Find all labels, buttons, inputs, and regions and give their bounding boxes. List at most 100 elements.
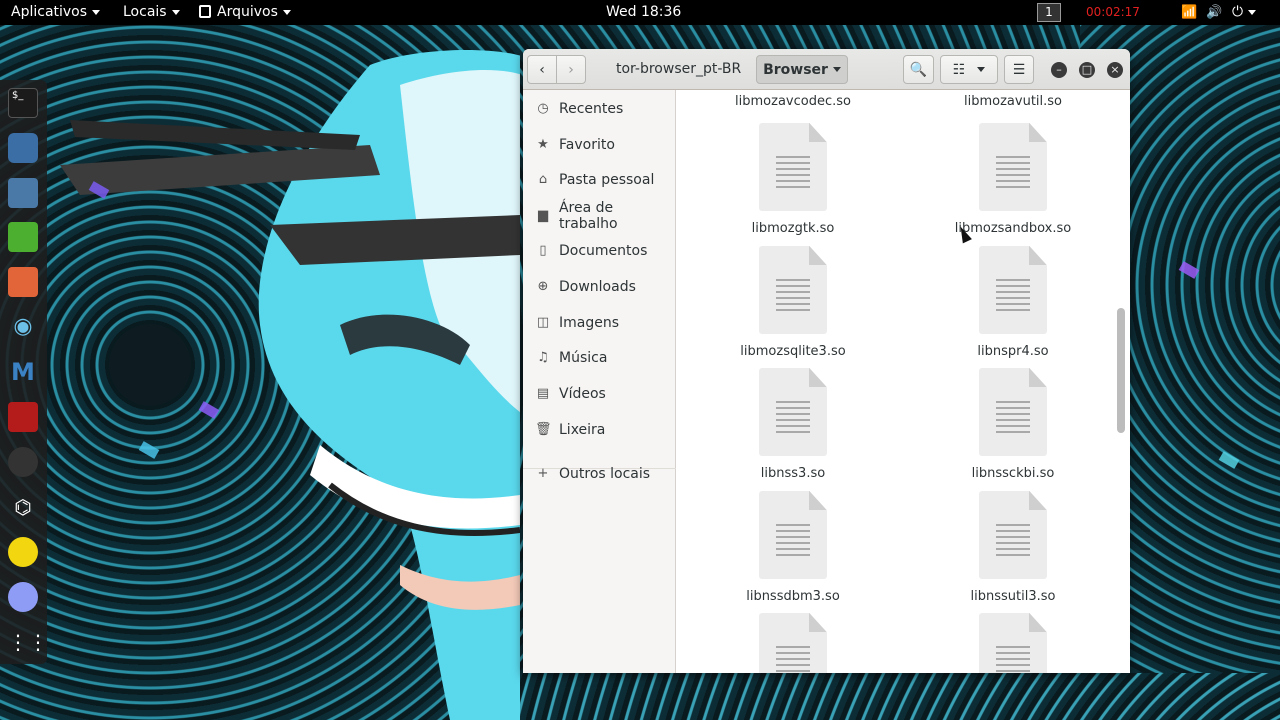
sidebar-item-label: Favorito [559,137,615,153]
app-grid-icon[interactable]: ⋮⋮ [8,627,48,657]
dock: $_ ◉ M ⌬ ⋮⋮ [0,80,48,664]
torch-icon[interactable] [8,537,38,567]
chevron-down-icon [1248,9,1257,15]
places-menu[interactable]: Locais [123,0,180,25]
file-item[interactable]: libmozsandbox.so [913,123,1113,236]
document-file-icon [759,613,827,673]
sidebar-item-recentes[interactable]: ◷ Recentes [523,92,676,126]
clock[interactable]: Wed 18:36 [606,0,681,25]
sidebar-item-label: Música [559,350,608,366]
terminal-icon[interactable]: $_ [8,88,38,118]
path-segment-current[interactable]: Browser [756,55,848,84]
file-name: libmozavcodec.so [735,94,851,109]
forward-button[interactable]: › [556,55,586,84]
video-icon: ▤ [536,386,550,401]
file-item[interactable]: libnspr4.so [913,246,1113,359]
trash-icon: 🗑 [535,422,552,437]
file-item[interactable]: libnssutil3.so [913,491,1113,604]
file-item[interactable]: libnss3.so [693,368,893,481]
wifi-icon[interactable]: 📶 [1181,0,1197,25]
close-button[interactable]: × [1107,62,1123,78]
sidebar-item-lixeira[interactable]: 🗑 Lixeira [523,413,676,447]
sidebar: ◷ Recentes ★ Favorito ⌂ Pasta pessoal ▆ Área… [523,90,676,673]
file-item[interactable]: libmozavutil.so [913,94,1113,109]
sidebar-item-label: Documentos [559,243,648,259]
sidebar-item-label: Pasta pessoal [559,172,655,188]
file-item[interactable]: libnssckbi.so [913,368,1113,481]
search-button[interactable]: 🔍 [903,55,934,84]
file-item[interactable]: libmozavcodec.so [693,94,893,109]
vertical-scrollbar[interactable] [1117,308,1125,433]
file-item[interactable] [913,613,1113,673]
volume-icon[interactable]: 🔊 [1206,0,1222,25]
files-app-label: Arquivos [217,4,278,20]
sidebar-item-label: Lixeira [559,422,606,438]
document-file-icon [979,491,1047,579]
file-name: libnssutil3.so [970,589,1056,604]
workspace-indicator[interactable]: 1 [1037,3,1061,22]
maximize-button[interactable]: □ [1079,62,1095,78]
wireless-icon[interactable]: ⌬ [8,492,38,522]
chevron-down-icon [282,9,291,15]
eye-icon[interactable]: ◉ [8,312,38,342]
file-item[interactable]: libmozsqlite3.so [693,246,893,359]
document-file-icon [759,246,827,334]
header-bar: ‹ › tor-browser_pt-BR Browser 🔍 ☷ ☰ – □ … [523,49,1130,90]
chromium-icon[interactable] [8,133,38,163]
sidebar-item-pasta-pessoal[interactable]: ⌂ Pasta pessoal [523,163,676,197]
sidebar-item-musica[interactable]: ♫ Música [523,341,676,375]
back-button[interactable]: ‹ [527,55,557,84]
view-mode-button[interactable]: ☷ [940,55,998,84]
chevron-right-icon: › [568,61,574,78]
media-player-icon[interactable] [8,582,38,612]
files-icon[interactable] [8,178,38,208]
file-item[interactable]: libmozgtk.so [693,123,893,236]
path-segment-parent[interactable]: tor-browser_pt-BR [616,49,741,90]
document-file-icon [759,491,827,579]
document-file-icon [979,368,1047,456]
sidebar-item-videos[interactable]: ▤ Vídeos [523,377,676,411]
chevron-left-icon: ‹ [539,61,545,78]
document-file-icon [759,368,827,456]
file-name: libnssckbi.so [971,466,1055,481]
cherrytree-icon[interactable] [8,402,38,432]
sidebar-item-favorito[interactable]: ★ Favorito [523,128,676,162]
recording-timer[interactable]: 00:02:17 [1086,0,1140,25]
sidebar-item-label: Vídeos [559,386,606,402]
file-grid: libmozavcodec.so libmozavutil.so libmozg… [677,90,1130,673]
document-file-icon [759,123,827,211]
text-editor-icon[interactable] [8,222,38,252]
sidebar-item-area-de-trabalho[interactable]: ▆ Área de trabalho [523,199,676,233]
sidebar-item-downloads[interactable]: ⊕ Downloads [523,270,676,304]
document-file-icon [979,123,1047,211]
list-view-icon: ☷ [952,61,966,78]
top-panel: Aplicativos Locais Arquivos Wed 18:36 1 … [0,0,1280,25]
download-icon: ⊕ [537,279,549,294]
file-name: libmozgtk.so [751,221,835,236]
desktop-icon: ▆ [537,208,548,223]
sidebar-item-label: Outros locais [559,466,651,482]
minimize-button[interactable]: – [1051,62,1067,78]
power-menu[interactable]: ⏻ [1232,0,1257,25]
document-file-icon [979,246,1047,334]
power-icon: ⏻ [1232,4,1244,20]
sidebar-item-documentos[interactable]: ▯ Documentos [523,234,676,268]
menu-button[interactable]: ☰ [1004,55,1034,84]
applications-menu[interactable]: Aplicativos [11,0,101,25]
chevron-down-icon [977,67,986,72]
files-app-menu[interactable]: Arquivos [199,0,291,25]
file-item[interactable]: libnssdbm3.so [693,491,893,604]
maltego-icon[interactable] [8,447,38,477]
chevron-down-icon [832,67,841,72]
sidebar-item-imagens[interactable]: ◫ Imagens [523,306,676,340]
file-name: libnspr4.so [977,344,1049,359]
mask-artwork [60,50,520,720]
sidebar-item-outros-locais[interactable]: + Outros locais [523,457,676,491]
files-app-icon [199,5,211,18]
burp-icon[interactable] [8,267,38,297]
file-name: libnss3.so [760,466,826,481]
file-item[interactable] [693,613,893,673]
places-label: Locais [123,4,167,20]
path-current-label: Browser [763,61,828,78]
metasploit-icon[interactable]: M [8,357,38,387]
